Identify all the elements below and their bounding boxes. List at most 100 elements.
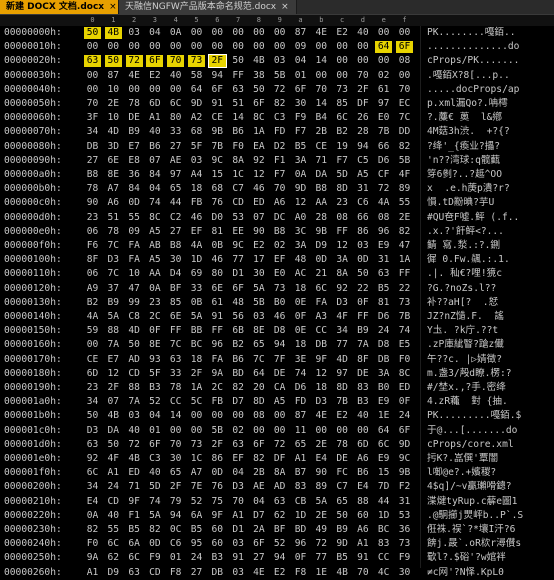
- hex-byte[interactable]: 90: [250, 226, 267, 238]
- hex-byte[interactable]: 70: [271, 183, 288, 195]
- hex-byte[interactable]: 30: [167, 254, 184, 266]
- hex-byte[interactable]: 2F: [209, 439, 226, 451]
- hex-byte[interactable]: A1: [84, 567, 101, 579]
- hex-byte[interactable]: 63: [84, 439, 101, 451]
- hex-byte[interactable]: 4D: [126, 325, 143, 337]
- hex-byte[interactable]: C3: [271, 112, 288, 124]
- hex-byte[interactable]: B3: [209, 552, 226, 564]
- hex-byte[interactable]: 9C: [396, 453, 413, 465]
- hex-byte[interactable]: 50: [104, 55, 122, 68]
- hex-byte[interactable]: CD: [230, 197, 247, 209]
- hex-row[interactable]: 00000090h: 27 6E E8 07 AE 03 9C 8A 92 F1 3A 71 F7 C5 D6…: [0, 154, 554, 168]
- hex-byte[interactable]: 73: [396, 297, 413, 309]
- hex-byte[interactable]: 01: [167, 552, 184, 564]
- hex-byte[interactable]: DC: [271, 212, 288, 224]
- hex-byte[interactable]: 82: [84, 524, 101, 536]
- hex-byte[interactable]: 9A: [209, 368, 226, 380]
- hex-byte[interactable]: 14: [167, 410, 184, 422]
- hex-byte[interactable]: 70: [354, 70, 371, 82]
- hex-byte[interactable]: 09: [126, 226, 143, 238]
- hex-byte[interactable]: 24: [105, 481, 122, 493]
- hex-byte[interactable]: B8: [167, 240, 184, 252]
- hex-byte[interactable]: 0A: [167, 27, 184, 39]
- hex-byte[interactable]: 00: [84, 339, 101, 351]
- hex-row[interactable]: 00000010h: 00 00 00 00 00 00 00 00 00 00 09 00 00 00 64…: [0, 40, 554, 54]
- ascii-column[interactable]: 扝K?.嵓僎'覃闇: [427, 452, 551, 466]
- hex-byte[interactable]: EF: [230, 453, 247, 465]
- hex-byte[interactable]: C6: [354, 197, 371, 209]
- hex-byte[interactable]: D8: [271, 325, 288, 337]
- hex-byte[interactable]: 4A: [375, 197, 392, 209]
- hex-byte[interactable]: 72: [271, 84, 288, 96]
- hex-byte[interactable]: 65: [292, 439, 309, 451]
- hex-byte[interactable]: 94: [271, 552, 288, 564]
- hex-byte[interactable]: A5: [271, 396, 288, 408]
- hex-byte[interactable]: 46: [250, 183, 267, 195]
- hex-byte[interactable]: 9B: [396, 467, 413, 479]
- ascii-column[interactable]: .嘠銆X?8[...p..: [427, 69, 551, 83]
- hex-byte[interactable]: B9: [105, 297, 122, 309]
- hex-byte[interactable]: 9A: [84, 552, 101, 564]
- hex-byte[interactable]: 7F: [271, 354, 288, 366]
- hex-byte[interactable]: E0: [375, 112, 392, 124]
- hex-byte[interactable]: D3: [105, 254, 122, 266]
- hex-byte[interactable]: 78: [167, 382, 184, 394]
- hex-byte[interactable]: 59: [84, 325, 101, 337]
- hex-byte[interactable]: 50: [126, 339, 143, 351]
- hex-byte[interactable]: 52: [271, 538, 288, 550]
- hex-byte[interactable]: FF: [167, 325, 184, 337]
- hex-byte[interactable]: 8D: [250, 396, 267, 408]
- hex-byte[interactable]: 9D: [188, 98, 205, 110]
- hex-byte[interactable]: BF: [167, 283, 184, 295]
- hex-byte[interactable]: 4F: [396, 169, 413, 181]
- hex-byte[interactable]: 71: [313, 155, 330, 167]
- hex-byte[interactable]: BC: [188, 339, 205, 351]
- hex-byte[interactable]: 78: [84, 183, 101, 195]
- hex-byte[interactable]: FA: [209, 354, 226, 366]
- hex-byte[interactable]: 60: [209, 524, 226, 536]
- hex-byte[interactable]: 73: [396, 538, 413, 550]
- hex-byte[interactable]: 08: [396, 55, 413, 67]
- hex-row[interactable]: 00000210h: E4 CD 9F 74 79 52 75 70 04 63 CB 5A 65 88 44…: [0, 495, 554, 509]
- hex-byte[interactable]: ED: [250, 197, 267, 209]
- hex-byte[interactable]: 02: [271, 240, 288, 252]
- hex-byte[interactable]: DE: [334, 453, 351, 465]
- hex-byte[interactable]: 63: [126, 567, 143, 579]
- hex-byte[interactable]: 4C: [375, 567, 392, 579]
- hex-row[interactable]: 000000e0h: 06 78 09 A5 27 EF 81 EE 90 B8 3C 9B FF 86 96…: [0, 225, 554, 239]
- hex-byte[interactable]: 9D: [334, 538, 351, 550]
- hex-byte[interactable]: 97: [375, 98, 392, 110]
- hex-byte[interactable]: 63: [230, 84, 247, 96]
- hex-byte[interactable]: 72: [126, 439, 143, 451]
- hex-byte[interactable]: 10: [126, 268, 143, 280]
- hex-byte[interactable]: 03: [188, 155, 205, 167]
- hex-byte[interactable]: 8D: [334, 183, 351, 195]
- hex-byte[interactable]: 6C: [334, 112, 351, 124]
- hex-byte[interactable]: 04: [292, 55, 309, 67]
- hex-byte[interactable]: 90: [313, 467, 330, 479]
- hex-byte[interactable]: A6: [271, 197, 288, 209]
- hex-byte[interactable]: E9: [375, 240, 392, 252]
- hex-byte[interactable]: 9F: [209, 510, 226, 522]
- hex-row[interactable]: 000001c0h: D3 DA 40 01 00 00 5B 02 00 00 11 00 00 00 64…: [0, 424, 554, 438]
- hex-byte[interactable]: D9: [313, 240, 330, 252]
- hex-byte[interactable]: 74: [146, 496, 163, 508]
- hex-byte[interactable]: F1: [126, 510, 143, 522]
- hex-byte[interactable]: CB: [292, 496, 309, 508]
- hex-byte[interactable]: 08: [375, 212, 392, 224]
- hex-byte[interactable]: 27: [250, 552, 267, 564]
- hex-row[interactable]: 00000250h: 9A 62 6C F9 01 24 B3 91 27 94 0F 77 B5 91 CC…: [0, 551, 554, 565]
- hex-byte[interactable]: 00: [313, 41, 330, 53]
- hex-byte[interactable]: 4D: [105, 126, 122, 138]
- hex-byte[interactable]: 71: [126, 481, 143, 493]
- hex-byte[interactable]: 85: [334, 98, 351, 110]
- hex-byte[interactable]: 3D: [105, 141, 122, 153]
- hex-byte[interactable]: 04: [230, 467, 247, 479]
- hex-byte[interactable]: FB: [209, 396, 226, 408]
- hex-byte[interactable]: 18: [292, 339, 309, 351]
- hex-byte[interactable]: 6B: [230, 325, 247, 337]
- hex-row[interactable]: 00000070h: 34 4D B9 40 33 68 9B B6 1A FD F7 2B B2 28 7B…: [0, 125, 554, 139]
- hex-byte[interactable]: 65: [250, 339, 267, 351]
- hex-byte[interactable]: F9: [292, 112, 309, 124]
- hex-byte[interactable]: 44: [375, 496, 392, 508]
